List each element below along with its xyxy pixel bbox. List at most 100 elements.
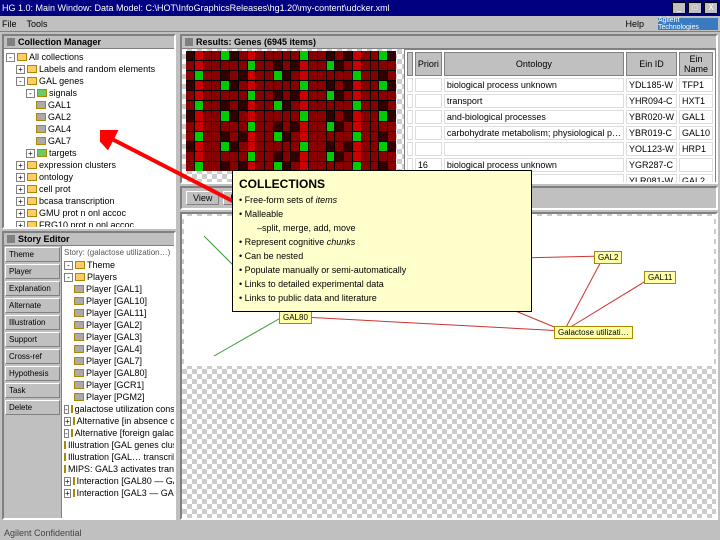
tree-label: Player [GAL11] (86, 307, 146, 319)
expand-icon[interactable]: - (6, 53, 15, 62)
expand-icon[interactable]: + (16, 65, 25, 74)
tree-item[interactable]: Player [GAL3] (64, 331, 172, 343)
story-tool-button[interactable]: Task (5, 383, 60, 398)
tree-label: GAL4 (48, 123, 71, 135)
tree-item[interactable]: -Players (64, 271, 172, 283)
expand-icon[interactable]: - (26, 89, 35, 98)
menu-help[interactable]: Help (625, 19, 644, 29)
table-row[interactable]: and-biological processesYBR020-WGAL1 (407, 110, 713, 124)
graph-node[interactable]: GAL80 (279, 311, 312, 324)
tree-label: cell prot (39, 183, 71, 195)
tree-label: Player [GAL1] (86, 283, 142, 295)
folder-icon (27, 185, 37, 193)
close-button[interactable]: X (704, 2, 718, 14)
story-tool-button[interactable]: Hypothesis (5, 366, 60, 381)
tree-item[interactable]: Player [GAL80] (64, 367, 172, 379)
expand-icon[interactable]: - (64, 405, 69, 414)
menu-file[interactable]: File (2, 19, 17, 29)
tree-item[interactable]: +Labels and random elements (6, 63, 172, 75)
tree-item[interactable]: GAL2 (6, 111, 172, 123)
tree-label: Player [GAL2] (86, 319, 142, 331)
results-title: Results: Genes (6945 items) (182, 36, 716, 49)
tree-item[interactable]: -Theme (64, 259, 172, 271)
tree-item[interactable]: MIPS: GAL3 activates transcription of GA… (64, 463, 172, 475)
expand-icon[interactable]: + (16, 161, 25, 170)
folder-icon (74, 357, 84, 365)
folder-icon (73, 417, 75, 425)
tree-item[interactable]: Player [PGM2] (64, 391, 172, 403)
menu-tools[interactable]: Tools (27, 19, 48, 29)
table-row[interactable]: biological process unknownYDL185-WTFP1 (407, 78, 713, 92)
column-header[interactable]: Ein ID (626, 52, 677, 76)
expand-icon[interactable]: + (64, 417, 71, 426)
tree-item[interactable]: Player [GAL4] (64, 343, 172, 355)
column-header[interactable] (407, 52, 413, 76)
minimize-button[interactable]: _ (672, 2, 686, 14)
story-tool-button[interactable]: Alternate (5, 298, 60, 313)
tree-item[interactable]: Illustration [GAL genes cluster] (64, 439, 172, 451)
story-tool-button[interactable]: Cross-ref (5, 349, 60, 364)
window-title: HG 1.0: Main Window: Data Model: C:\HOT\… (2, 3, 670, 13)
tree-item[interactable]: Player [GAL11] (64, 307, 172, 319)
expand-icon[interactable]: - (64, 261, 73, 270)
tree-label: signals (49, 87, 77, 99)
story-tree[interactable]: -Theme-PlayersPlayer [GAL1]Player [GAL10… (64, 259, 172, 499)
tree-label: Interaction [GAL80 — GAL4] (77, 475, 174, 487)
expand-icon[interactable]: + (26, 149, 35, 158)
tree-item[interactable]: + Interaction [GAL80 — GAL4] (64, 475, 172, 487)
tree-label: Alternative [in absence of galactose] (77, 415, 174, 427)
column-header[interactable]: Ein Name (679, 52, 713, 76)
story-tool-button[interactable]: Illustration (5, 315, 60, 330)
tree-label: FRG10 prot n onl accoc (39, 219, 134, 227)
expand-icon[interactable]: + (16, 197, 25, 206)
tree-item[interactable]: Illustration [GAL… transcribed in GAL4…] (64, 451, 172, 463)
tree-label: GAL2 (48, 111, 71, 123)
tree-item[interactable]: Player [GAL10] (64, 295, 172, 307)
tree-item[interactable]: Player [GCR1] (64, 379, 172, 391)
folder-icon (74, 393, 84, 401)
folder-icon (27, 173, 37, 181)
column-header[interactable]: Ontology (444, 52, 624, 76)
expand-icon[interactable]: + (16, 209, 25, 218)
story-tool-button[interactable]: Delete (5, 400, 60, 415)
callout-title: COLLECTIONS (239, 177, 525, 191)
graph-node[interactable]: Galactose utilizati… (554, 326, 633, 339)
tree-item[interactable]: - signals (6, 87, 172, 99)
expand-icon[interactable]: - (16, 77, 25, 86)
tree-item[interactable]: -GAL genes (6, 75, 172, 87)
tree-item[interactable]: Player [GAL7] (64, 355, 172, 367)
expand-icon[interactable]: - (64, 273, 73, 282)
story-tool-button[interactable]: Player (5, 264, 60, 279)
maximize-button[interactable]: □ (688, 2, 702, 14)
tree-item[interactable]: Player [GAL1] (64, 283, 172, 295)
column-header[interactable]: Priori (415, 52, 442, 76)
expand-icon[interactable]: + (64, 477, 71, 486)
story-tool-button[interactable]: Explanation (5, 281, 60, 296)
story-tool-button[interactable]: Support (5, 332, 60, 347)
story-tool-button[interactable]: Theme (5, 247, 60, 262)
tree-item[interactable]: + Interaction [GAL3 — GAL80] (64, 487, 172, 499)
expand-icon[interactable]: + (16, 185, 25, 194)
tree-item[interactable]: + FRG10 prot n onl accoc (6, 219, 172, 227)
tree-item[interactable]: -Alternative [foreign galactose is prese… (64, 427, 172, 439)
table-row[interactable]: transportYHR094-CHXT1 (407, 94, 713, 108)
graph-node[interactable]: GAL2 (594, 251, 622, 264)
expand-icon[interactable]: - (64, 429, 69, 438)
results-table[interactable]: PrioriOntologyEin IDEin Name biological p… (404, 49, 716, 182)
table-row[interactable]: carbohydrate metabolism; physiological p… (407, 126, 713, 140)
tree-item[interactable]: -galactose utilization consists of a bio… (64, 403, 172, 415)
expand-icon[interactable]: + (64, 489, 71, 498)
folder-icon (73, 477, 75, 485)
expand-icon[interactable]: + (16, 173, 25, 182)
tree-item[interactable]: GAL1 (6, 99, 172, 111)
callout-bullet: • Populate manually or semi-automaticall… (239, 263, 525, 277)
expand-icon[interactable]: + (16, 221, 25, 228)
tree-item[interactable]: Player [GAL2] (64, 319, 172, 331)
table-row[interactable]: YOL123-WHRP1 (407, 142, 713, 156)
callout-bullet: • Links to public data and literature (239, 291, 525, 305)
tree-label: GAL7 (48, 135, 71, 147)
graph-node[interactable]: GAL11 (644, 271, 676, 284)
tree-item[interactable]: + Alternative [in absence of galactose] (64, 415, 172, 427)
tree-label: Interaction [GAL3 — GAL80] (77, 487, 174, 499)
tree-item[interactable]: -All collections (6, 51, 172, 63)
